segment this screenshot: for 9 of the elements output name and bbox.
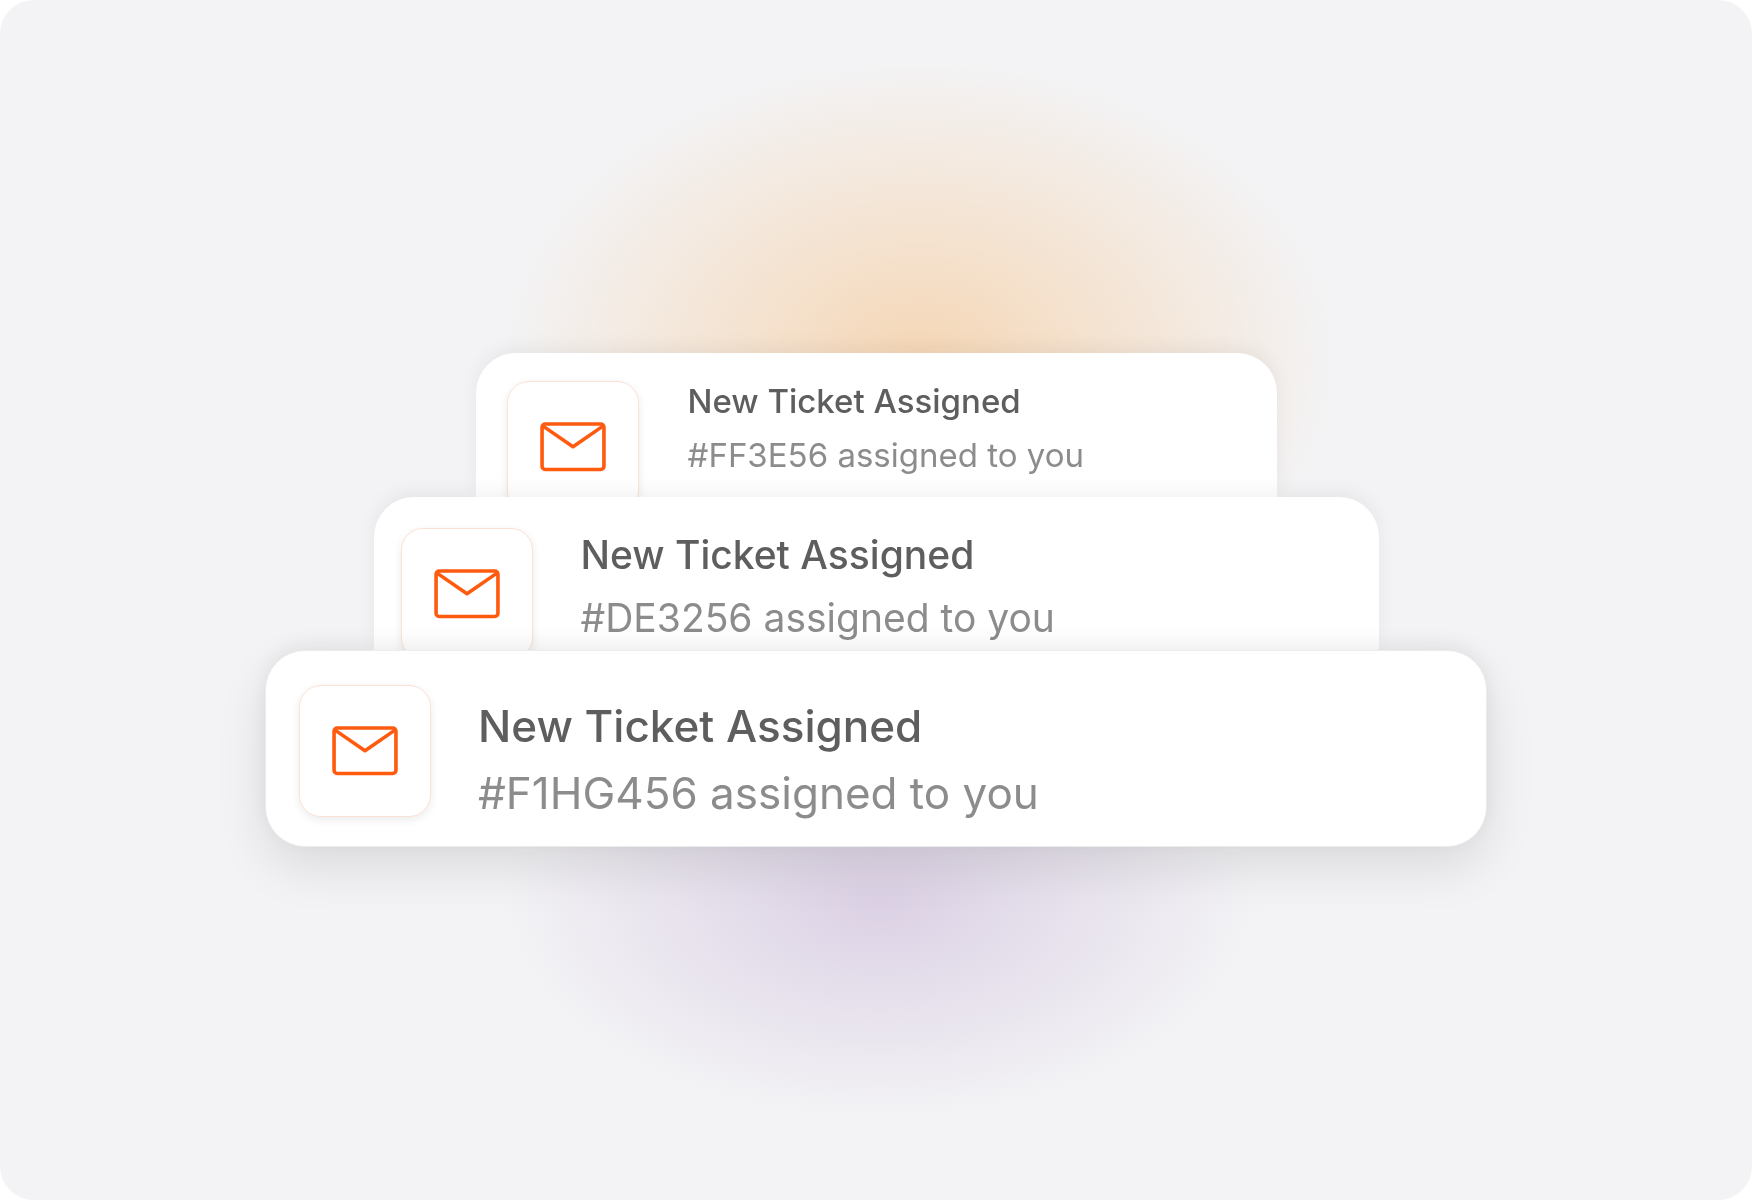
notification-title: New Ticket Assigned: [687, 383, 1022, 421]
envelope-icon: [332, 726, 398, 776]
envelope-icon: [433, 569, 500, 619]
notification-message: #F1HG456 assigned to you: [478, 767, 1039, 819]
notification-message: #DE3256 assigned to you: [580, 595, 1055, 641]
notification-title: New Ticket Assigned: [580, 533, 976, 578]
notification-title: New Ticket Assigned: [478, 701, 924, 752]
envelope-icon: [539, 422, 606, 472]
notification-message: #FF3E56 assigned to you: [687, 436, 1084, 475]
